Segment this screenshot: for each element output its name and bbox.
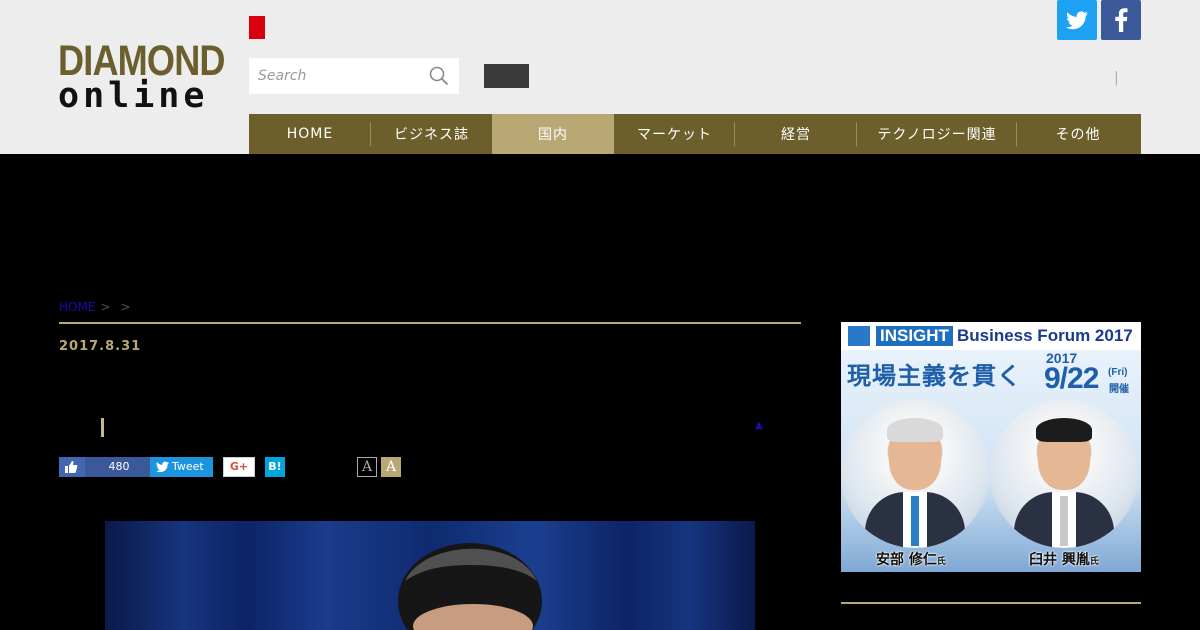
twitter-icon — [1066, 11, 1088, 30]
nav-label: テクノロジー関連 — [877, 127, 997, 143]
nav-item-other[interactable]: その他 — [1017, 114, 1139, 154]
twitter-button[interactable] — [1057, 0, 1097, 40]
insight-forum-ad[interactable]: INSIGHT Business Forum 2017 現場主義を貫く 2017… — [841, 322, 1141, 572]
main-nav: HOME ビジネス誌 国内 マーケット 経営 テクノロジー関連 その他 — [249, 114, 1141, 154]
header-divider: | — [1114, 70, 1119, 86]
breadcrumb-home[interactable]: HOME — [59, 300, 95, 314]
nav-label: 国内 — [538, 127, 568, 143]
thumbs-up-icon — [65, 461, 78, 473]
ad-weekday: (Fri) — [1108, 367, 1128, 378]
article-top-rule — [59, 322, 801, 324]
facebook-button[interactable] — [1101, 0, 1141, 40]
site-header: DIAMOND online | HOME ビジネス誌 国内 マーケット 経営 … — [0, 0, 1200, 154]
collapse-toggle-icon[interactable]: ▲ — [755, 420, 763, 431]
ad-held-label: 開催 — [1109, 384, 1129, 395]
font-size-large-button[interactable]: A — [381, 457, 401, 477]
speaker1-photo — [841, 400, 989, 548]
breadcrumb-separator: > — [120, 300, 131, 314]
nav-item-business-magazine[interactable]: ビジネス誌 — [371, 114, 492, 154]
ad-forum-title: Business Forum 2017 — [957, 326, 1133, 345]
speaker2-name: 臼井 興胤氏 — [1029, 552, 1099, 568]
tweet-button[interactable]: Tweet — [150, 457, 213, 477]
speaker1-name: 安部 修仁氏 — [876, 552, 946, 568]
search-icon[interactable] — [429, 66, 449, 86]
sidebar-rule — [841, 602, 1141, 604]
twitter-bird-icon — [156, 461, 169, 473]
header-dark-button[interactable] — [484, 64, 529, 88]
article-main-image — [105, 521, 755, 630]
title-accent-bar — [101, 418, 104, 437]
tweet-label: Tweet — [172, 460, 204, 473]
nav-label: ビジネス誌 — [394, 127, 469, 143]
google-plus-button[interactable]: G+ — [223, 457, 255, 477]
nav-item-management[interactable]: 経営 — [735, 114, 857, 154]
ad-catchphrase: 現場主義を貫く — [847, 362, 1022, 390]
like-count: 480 — [85, 457, 153, 477]
search-input[interactable] — [249, 58, 421, 94]
nav-item-market[interactable]: マーケット — [614, 114, 735, 154]
ad-header: INSIGHT Business Forum 2017 — [841, 322, 1141, 350]
ad-date: 9/22 — [1044, 362, 1099, 395]
nav-item-domestic[interactable]: 国内 — [492, 114, 614, 154]
speaker2-photo — [990, 400, 1138, 548]
facebook-icon — [1115, 8, 1128, 32]
nav-label: マーケット — [637, 127, 712, 143]
hatena-bookmark-button[interactable]: B! — [265, 457, 285, 477]
facebook-like-button[interactable]: 480 — [59, 457, 199, 477]
site-logo[interactable]: DIAMOND online — [58, 37, 226, 116]
ad-insight-label: INSIGHT — [876, 326, 953, 346]
red-marker — [249, 16, 265, 39]
font-size-small-button[interactable]: A — [357, 457, 377, 477]
breadcrumb: HOME > > — [59, 300, 136, 314]
logo-line1: DIAMOND — [58, 37, 226, 85]
article-date: 2017.8.31 — [59, 339, 142, 354]
breadcrumb-separator: > — [100, 300, 111, 314]
nav-label: その他 — [1055, 127, 1101, 143]
logo-line2: online — [58, 76, 209, 116]
nav-label: 経営 — [781, 127, 811, 143]
nav-label: HOME — [286, 126, 334, 142]
amex-logo-icon — [848, 326, 870, 346]
article-photo — [398, 543, 542, 630]
nav-item-home[interactable]: HOME — [249, 114, 371, 154]
search-box — [249, 58, 459, 94]
nav-item-technology[interactable]: テクノロジー関連 — [857, 114, 1017, 154]
